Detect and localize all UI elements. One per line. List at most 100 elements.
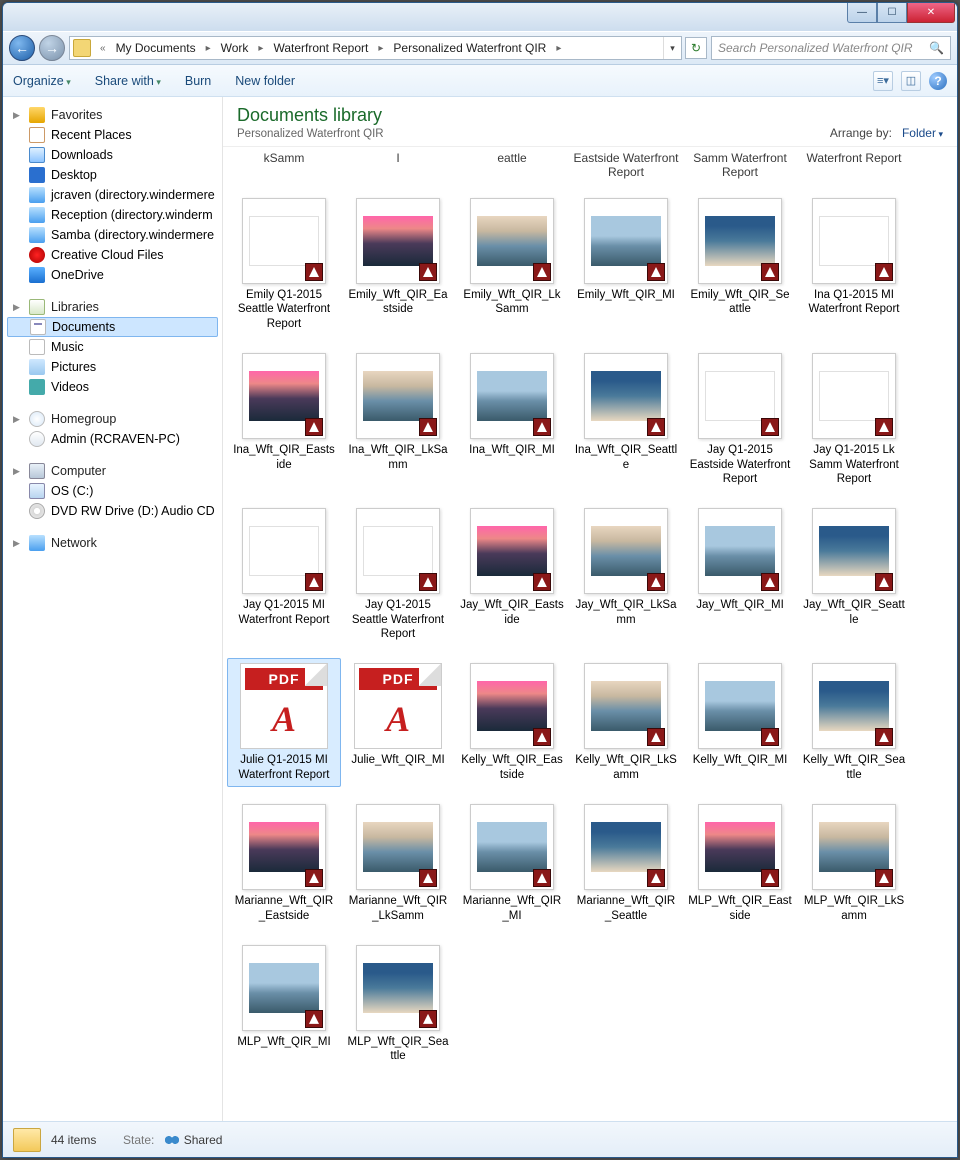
preview-pane-button[interactable]: ◫ — [901, 71, 921, 91]
breadcrumb-segment[interactable]: My Documents — [112, 41, 200, 55]
file-item[interactable]: MLP_Wft_QIR_MI — [227, 940, 341, 1069]
share-with-menu[interactable]: Share with — [95, 74, 161, 88]
file-item[interactable]: Kelly_Wft_QIR_Eastside — [455, 658, 569, 787]
chevron-right-icon[interactable]: ▸ — [252, 43, 269, 54]
help-button[interactable]: ? — [929, 72, 947, 90]
network-header[interactable]: ▶Network — [7, 533, 218, 553]
file-item[interactable]: Jay_Wft_QIR_LkSamm — [569, 503, 683, 646]
file-item[interactable]: MLP_Wft_QIR_Seattle — [341, 940, 455, 1069]
forward-button[interactable]: → — [39, 35, 65, 61]
chevron-right-icon[interactable]: ▸ — [372, 43, 389, 54]
file-item[interactable]: PDFAJulie Q1-2015 MI Waterfront Report — [227, 658, 341, 787]
address-dropdown[interactable]: ▾ — [663, 37, 681, 59]
column-header[interactable]: Samm Waterfront Report — [683, 151, 797, 183]
sidebar-item[interactable]: Downloads — [7, 145, 218, 165]
breadcrumb-segment[interactable]: Personalized Waterfront QIR — [389, 41, 550, 55]
file-item[interactable]: Kelly_Wft_QIR_MI — [683, 658, 797, 787]
file-item[interactable]: MLP_Wft_QIR_Eastside — [683, 799, 797, 928]
view-options-button[interactable]: ≡▾ — [873, 71, 893, 91]
sidebar-item[interactable]: Recent Places — [7, 125, 218, 145]
thumbnail-image — [477, 822, 547, 872]
arrange-by[interactable]: Arrange by: Folder — [830, 126, 943, 140]
file-thumbnail — [470, 508, 554, 594]
libraries-header[interactable]: ▶Libraries — [7, 297, 218, 317]
column-header[interactable]: I — [341, 151, 455, 183]
close-button[interactable]: ✕ — [907, 3, 955, 23]
new-folder-button[interactable]: New folder — [235, 74, 295, 88]
sidebar-item-label: Documents — [52, 320, 115, 334]
file-item[interactable]: Emily_Wft_QIR_Eastside — [341, 193, 455, 336]
sidebar-item[interactable]: Creative Cloud Files — [7, 245, 218, 265]
file-item[interactable]: PDFAJulie_Wft_QIR_MI — [341, 658, 455, 787]
organize-menu[interactable]: Organize — [13, 74, 71, 88]
file-item[interactable]: Jay Q1-2015 Seattle Waterfront Report — [341, 503, 455, 646]
computer-header[interactable]: ▶Computer — [7, 461, 218, 481]
file-item[interactable]: Ina_Wft_QIR_Seattle — [569, 348, 683, 491]
column-header[interactable]: Eastside Waterfront Report — [569, 151, 683, 183]
homegroup-group: ▶Homegroup Admin (RCRAVEN-PC) — [7, 409, 218, 449]
chevron-right-icon[interactable]: ▸ — [550, 43, 567, 54]
adobe-badge-icon — [875, 418, 893, 436]
sidebar-item[interactable]: jcraven (directory.windermere — [7, 185, 218, 205]
chevron-right-icon[interactable]: ▸ — [200, 43, 217, 54]
file-item[interactable]: Kelly_Wft_QIR_Seattle — [797, 658, 911, 787]
file-item[interactable]: Ina_Wft_QIR_LkSamm — [341, 348, 455, 491]
file-item[interactable]: Marianne_Wft_QIR_Seattle — [569, 799, 683, 928]
sidebar-item[interactable]: Pictures — [7, 357, 218, 377]
file-name: Ina_Wft_QIR_Seattle — [574, 443, 678, 472]
network-label: Network — [51, 536, 97, 550]
minimize-button[interactable]: — — [847, 3, 877, 23]
column-header[interactable]: Waterfront Report — [797, 151, 911, 183]
file-item[interactable]: Ina Q1-2015 MI Waterfront Report — [797, 193, 911, 336]
maximize-button[interactable]: ☐ — [877, 3, 907, 23]
adobe-icon: A — [241, 690, 327, 748]
file-item[interactable]: Marianne_Wft_QIR_Eastside — [227, 799, 341, 928]
desk-icon — [29, 167, 45, 183]
file-item[interactable]: Jay Q1-2015 MI Waterfront Report — [227, 503, 341, 646]
file-item[interactable]: Emily_Wft_QIR_MI — [569, 193, 683, 336]
breadcrumb-segment[interactable]: Work — [217, 41, 253, 55]
file-item[interactable]: Kelly_Wft_QIR_LkSamm — [569, 658, 683, 787]
sidebar-item[interactable]: DVD RW Drive (D:) Audio CD — [7, 501, 218, 521]
file-item[interactable]: Jay_Wft_QIR_Seattle — [797, 503, 911, 646]
sidebar-item[interactable]: Music — [7, 337, 218, 357]
file-item[interactable]: Jay Q1-2015 Eastside Waterfront Report — [683, 348, 797, 491]
adobe-badge-icon — [419, 1010, 437, 1028]
refresh-button[interactable]: ↻ — [685, 37, 707, 59]
sidebar-item[interactable]: Videos — [7, 377, 218, 397]
sidebar-item[interactable]: Reception (directory.winderm — [7, 205, 218, 225]
breadcrumb-segment[interactable]: Waterfront Report — [269, 41, 372, 55]
network-icon — [29, 535, 45, 551]
file-item[interactable]: Marianne_Wft_QIR_MI — [455, 799, 569, 928]
file-item[interactable]: Emily_Wft_QIR_Seattle — [683, 193, 797, 336]
search-input[interactable]: Search Personalized Waterfront QIR 🔍 — [711, 36, 951, 60]
file-item[interactable]: Ina_Wft_QIR_MI — [455, 348, 569, 491]
sidebar-item[interactable]: OneDrive — [7, 265, 218, 285]
state-value: Shared — [164, 1133, 222, 1147]
column-header[interactable]: kSamm — [227, 151, 341, 183]
file-item[interactable]: Ina_Wft_QIR_Eastside — [227, 348, 341, 491]
sidebar-item[interactable]: OS (C:) — [7, 481, 218, 501]
file-item[interactable]: Emily_Wft_QIR_LkSamm — [455, 193, 569, 336]
file-item[interactable]: Jay_Wft_QIR_Eastside — [455, 503, 569, 646]
sidebar-item[interactable]: Desktop — [7, 165, 218, 185]
file-item[interactable]: MLP_Wft_QIR_LkSamm — [797, 799, 911, 928]
file-item[interactable]: Emily Q1-2015 Seattle Waterfront Report — [227, 193, 341, 336]
address-bar[interactable]: « My Documents▸ Work▸ Waterfront Report▸… — [69, 36, 682, 60]
file-name: Kelly_Wft_QIR_Eastside — [460, 753, 564, 782]
column-header[interactable]: eattle — [455, 151, 569, 183]
file-item[interactable]: Jay_Wft_QIR_MI — [683, 503, 797, 646]
thumbnail-image — [591, 681, 661, 731]
back-button[interactable]: ← — [9, 35, 35, 61]
burn-button[interactable]: Burn — [185, 74, 211, 88]
file-thumbnail — [698, 353, 782, 439]
favorites-header[interactable]: ▶Favorites — [7, 105, 218, 125]
homegroup-header[interactable]: ▶Homegroup — [7, 409, 218, 429]
file-item[interactable]: Jay Q1-2015 Lk Samm Waterfront Report — [797, 348, 911, 491]
file-item[interactable]: Marianne_Wft_QIR_LkSamm — [341, 799, 455, 928]
sidebar-item[interactable]: Admin (RCRAVEN-PC) — [7, 429, 218, 449]
sidebar-item[interactable]: Documents — [7, 317, 218, 337]
files-scroll[interactable]: Emily Q1-2015 Seattle Waterfront ReportE… — [223, 187, 957, 1121]
sidebar-item[interactable]: Samba (directory.windermere — [7, 225, 218, 245]
title-bar[interactable]: — ☐ ✕ — [3, 3, 957, 31]
